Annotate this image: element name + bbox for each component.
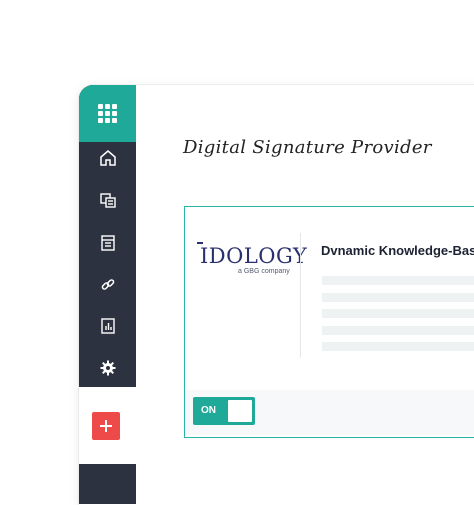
documents-icon bbox=[99, 193, 116, 208]
plus-icon bbox=[100, 420, 112, 432]
logo-tagline: a GBG company bbox=[238, 268, 290, 275]
sidebar-item-reports[interactable] bbox=[79, 306, 136, 346]
toggle-label: ON bbox=[201, 405, 216, 416]
home-icon bbox=[99, 150, 116, 166]
placeholder-line bbox=[322, 276, 474, 285]
page-title: Digital Signature Provider bbox=[183, 137, 432, 158]
provider-toggle[interactable]: ON bbox=[193, 397, 255, 425]
link-icon bbox=[101, 279, 114, 290]
apps-grid-button[interactable] bbox=[79, 85, 136, 142]
sidebar-item-home[interactable] bbox=[79, 138, 136, 178]
toggle-knob[interactable] bbox=[228, 400, 252, 422]
sidebar-item-settings[interactable] bbox=[79, 348, 136, 388]
placeholder-line bbox=[322, 309, 474, 318]
sidebar-footer bbox=[79, 464, 136, 504]
form-icon bbox=[100, 235, 115, 251]
placeholder-line bbox=[322, 293, 474, 302]
apps-grid-icon bbox=[98, 104, 117, 123]
sidebar-item-links[interactable] bbox=[79, 265, 136, 305]
card-divider bbox=[300, 233, 301, 358]
gear-icon bbox=[100, 360, 115, 376]
add-button[interactable] bbox=[92, 412, 120, 440]
placeholder-line bbox=[322, 342, 474, 351]
sidebar-item-forms[interactable] bbox=[79, 223, 136, 263]
idology-logo: IDOLOGY bbox=[200, 244, 308, 268]
sidebar bbox=[79, 85, 136, 387]
placeholder-line bbox=[322, 326, 474, 335]
report-icon bbox=[100, 318, 115, 334]
provider-section-title: Dvnamic Knowledge-Based bbox=[321, 243, 474, 258]
sidebar-item-documents[interactable] bbox=[79, 180, 136, 220]
